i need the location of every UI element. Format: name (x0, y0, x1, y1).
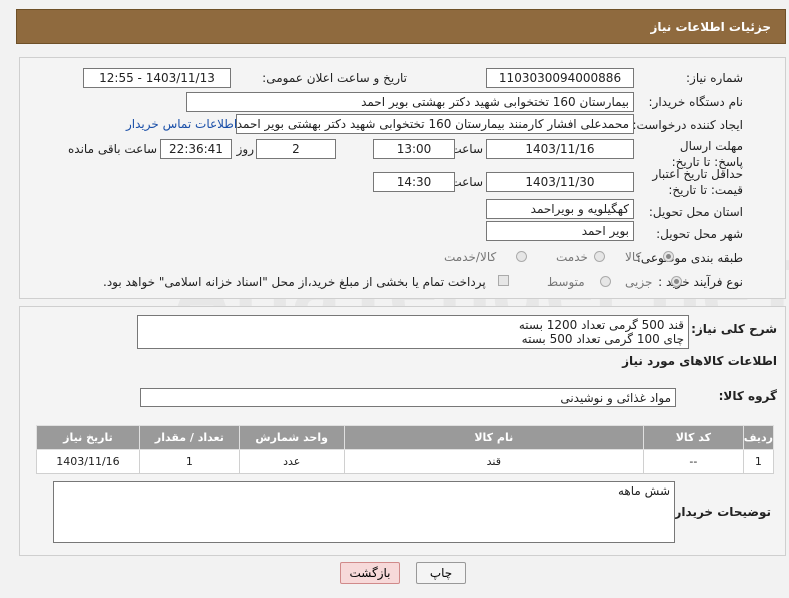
category-option-goods: کالا (625, 250, 642, 264)
buyer-notes-label: توضیحات خریدار: (669, 505, 771, 519)
validity-time-field: 14:30 (373, 172, 455, 192)
days-field: 2 (256, 139, 336, 159)
buyer-notes-textarea[interactable]: شش ماهه (53, 481, 675, 543)
process-option-minor: جزیی (625, 275, 653, 289)
buyer-org-label: نام دستگاه خریدار: (648, 95, 744, 109)
col-code-header: کد کالا (642, 425, 744, 450)
cell-row: 1 (742, 449, 775, 474)
need-details-panel: شماره نیاز: 1103030094000886 تاریخ و ساع… (19, 57, 786, 299)
announce-label: تاریخ و ساعت اعلان عمومی: (262, 71, 407, 85)
goods-table: ردیف کد کالا نام کالا واحد شمارش تعداد /… (36, 425, 775, 474)
category-label: طبقه بندی موضوعی: (636, 251, 743, 265)
deadline-time-label: ساعت (450, 142, 483, 156)
col-unit-header: واحد شمارش (238, 425, 345, 450)
summary-textarea[interactable]: قند 500 گرمی تعداد 1200 بسته چای 100 گرم… (137, 315, 689, 349)
cell-date: 1403/11/16 (36, 449, 140, 474)
print-button[interactable]: چاپ (416, 562, 466, 584)
process-option-medium: متوسط (547, 275, 585, 289)
process-radio-medium[interactable] (600, 276, 611, 287)
cell-unit: عدد (238, 449, 345, 474)
goods-info-title: اطلاعات کالاهای مورد نیاز (622, 354, 777, 368)
cell-name: قند (343, 449, 644, 474)
col-row-header: ردیف (742, 425, 775, 450)
validity-label: حداقل تاریخ اعتبار قیمت: تا تاریخ: (652, 167, 743, 197)
creator-label: ایجاد کننده درخواست: (632, 118, 743, 132)
goods-panel: شرح کلی نیاز: قند 500 گرمی تعداد 1200 بس… (19, 306, 786, 556)
city-field: بویر احمد (486, 221, 634, 241)
table-row: 1 -- قند عدد 1 1403/11/16 (36, 449, 775, 474)
col-date-header: تاریخ نیاز (36, 425, 140, 450)
province-label: استان محل تحویل: (648, 205, 743, 219)
category-option-service: خدمت (556, 250, 588, 264)
category-option-both: کالا/خدمت (444, 250, 497, 264)
col-name-header: نام کالا (343, 425, 644, 450)
need-number-label: شماره نیاز: (686, 71, 743, 85)
treasury-checkbox[interactable] (498, 275, 509, 286)
validity-time-label: ساعت (450, 175, 483, 189)
back-button[interactable]: بازگشت (340, 562, 400, 584)
announce-field: 1403/11/13 - 12:55 (83, 68, 231, 88)
province-field: کهگیلویه و بویراحمد (486, 199, 634, 219)
validity-date-field: 1403/11/30 (486, 172, 634, 192)
deadline-date-field: 1403/11/16 (486, 139, 634, 159)
category-radio-goods[interactable] (663, 251, 674, 262)
remaining-label: ساعت باقی مانده (68, 142, 158, 156)
goods-group-label: گروه کالا: (718, 389, 777, 403)
cell-qty: 1 (138, 449, 240, 474)
page-title: جزئیات اطلاعات نیاز (650, 20, 771, 34)
page-header: جزئیات اطلاعات نیاز (16, 9, 786, 44)
table-header-row: ردیف کد کالا نام کالا واحد شمارش تعداد /… (36, 425, 775, 450)
payment-note: پرداخت تمام یا بخشی از مبلغ خرید،از محل … (103, 275, 486, 289)
deadline-time-field: 13:00 (373, 139, 455, 159)
city-label: شهر محل تحویل: (656, 227, 743, 241)
goods-group-field: مواد غذائی و نوشیدنی (140, 388, 676, 407)
category-radio-service[interactable] (594, 251, 605, 262)
cell-code: -- (642, 449, 744, 474)
contact-info-link[interactable]: اطلاعات تماس خریدار (126, 117, 237, 131)
col-qty-header: تعداد / مقدار (138, 425, 240, 450)
creator-field: محمدعلی افشار کارمنند بیمارستان 160 تختخ… (236, 114, 634, 134)
summary-label: شرح کلی نیاز: (691, 322, 777, 336)
category-radio-both[interactable] (516, 251, 527, 262)
remaining-time-field: 22:36:41 (160, 139, 232, 159)
need-number-field: 1103030094000886 (486, 68, 634, 88)
buyer-org-field: بیمارستان 160 تختخوابی شهید دکتر بهشتی ب… (186, 92, 634, 112)
process-radio-minor[interactable] (671, 276, 682, 287)
